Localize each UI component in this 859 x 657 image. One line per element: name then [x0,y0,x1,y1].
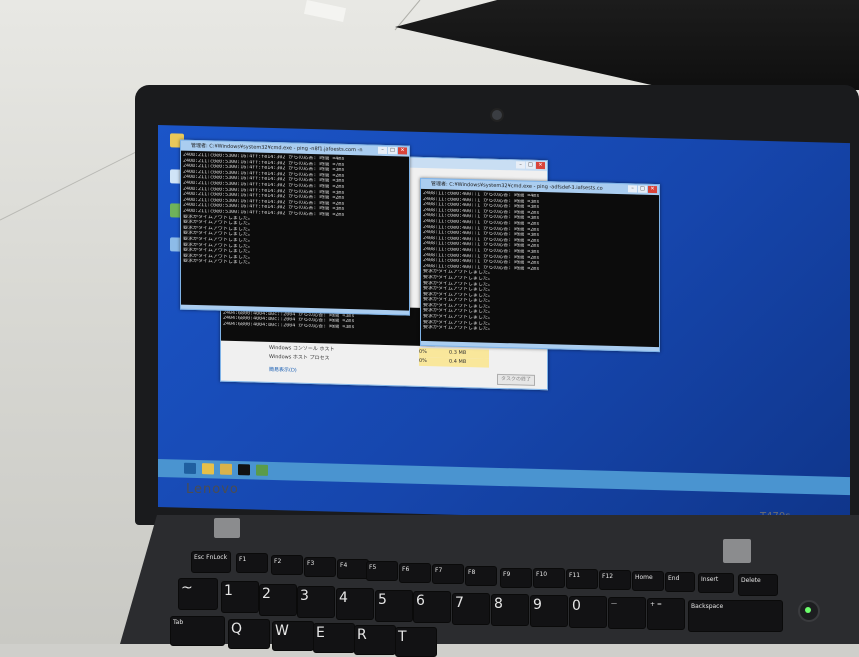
right-hinge [723,539,751,563]
close-icon[interactable]: ✕ [398,147,407,155]
cmd-taskbar-icon[interactable] [238,464,250,476]
key-f3[interactable]: F3 [304,557,336,577]
key-home[interactable]: Home [632,571,664,591]
taskmgr-taskbar-icon[interactable] [256,464,268,476]
key-f8[interactable]: F8 [465,566,497,586]
key-q[interactable]: Q [228,619,270,649]
minimize-icon[interactable]: – [516,161,525,169]
end-task-button[interactable]: タスクの終了 [497,373,535,386]
key-f4[interactable]: F4 [337,559,369,579]
folder-taskbar-icon[interactable] [220,463,232,475]
start-icon[interactable] [184,462,196,474]
key-f10[interactable]: F10 [533,568,565,588]
console-output-2: 2408:11:c0e0:400::1 からの応答: 時間 =4ms 2408:1… [421,188,659,348]
taskbar [158,459,850,496]
key-f2[interactable]: F2 [271,555,303,575]
key-t[interactable]: T [395,627,437,657]
cmd-window-1[interactable]: 管理者: C:¥Windows¥system32¥cmd.exe - ping … [180,139,410,316]
key-0[interactable]: 0 [569,596,607,628]
key-end[interactable]: End [665,572,695,592]
maximize-icon[interactable]: □ [526,161,535,169]
key-insert[interactable]: Insert [698,573,734,593]
key-esc[interactable]: Esc FnLock [191,551,231,573]
key-delete[interactable]: Delete [738,574,778,596]
key-f6[interactable]: F6 [399,563,431,583]
explorer-icon[interactable] [202,463,214,475]
key-minus[interactable]: — [608,597,646,629]
key-backspace[interactable]: Backspace [688,600,783,632]
process-cpu: 0% [419,356,449,367]
power-led-icon [805,607,811,613]
key-9[interactable]: 9 [530,595,568,627]
key-f12[interactable]: F12 [599,570,631,590]
power-button[interactable] [798,600,820,622]
close-icon[interactable]: ✕ [648,185,657,194]
key-tab[interactable]: Tab [170,616,225,646]
fewer-details-link[interactable]: 簡易表示(D) [261,366,297,376]
key-e[interactable]: E [313,623,355,653]
key-4[interactable]: 4 [336,588,374,620]
key-tilde[interactable]: ~ [178,578,218,610]
key-2[interactable]: 2 [259,584,297,616]
key-3[interactable]: 3 [297,586,335,618]
key-1[interactable]: 1 [221,581,259,613]
laptop-brand-logo: Lenovo [186,482,239,497]
minimize-icon[interactable]: – [378,146,387,154]
key-f11[interactable]: F11 [566,569,598,589]
close-icon[interactable]: ✕ [536,161,545,170]
key-plus[interactable]: + = [647,598,685,630]
cmd-window-2[interactable]: 管理者: C:¥Windows¥system32¥cmd.exe - ping … [420,177,660,353]
laptop-screen: – □ ✕ 2404:6800:4004:80c::2004 からの応答: 時間 =… [158,125,850,526]
key-5[interactable]: 5 [375,590,413,622]
key-f5[interactable]: F5 [366,561,398,581]
maximize-icon[interactable]: □ [638,185,647,193]
console-output-1: 2408:211:c0e0:5300:16:4ff:fe14:302 からの応答… [181,150,409,311]
maximize-icon[interactable]: □ [388,147,397,155]
key-r[interactable]: R [354,625,396,655]
key-7[interactable]: 7 [452,593,490,625]
left-hinge [214,518,240,538]
key-6[interactable]: 6 [413,591,451,623]
key-8[interactable]: 8 [491,594,529,626]
key-f9[interactable]: F9 [500,568,532,588]
process-mem: 0.4 MB [449,357,489,368]
key-f7[interactable]: F7 [432,564,464,584]
webcam [490,108,504,122]
key-w[interactable]: W [272,621,314,651]
system-clock[interactable] [842,479,844,485]
key-f1[interactable]: F1 [236,553,268,573]
minimize-icon[interactable]: – [628,185,637,193]
